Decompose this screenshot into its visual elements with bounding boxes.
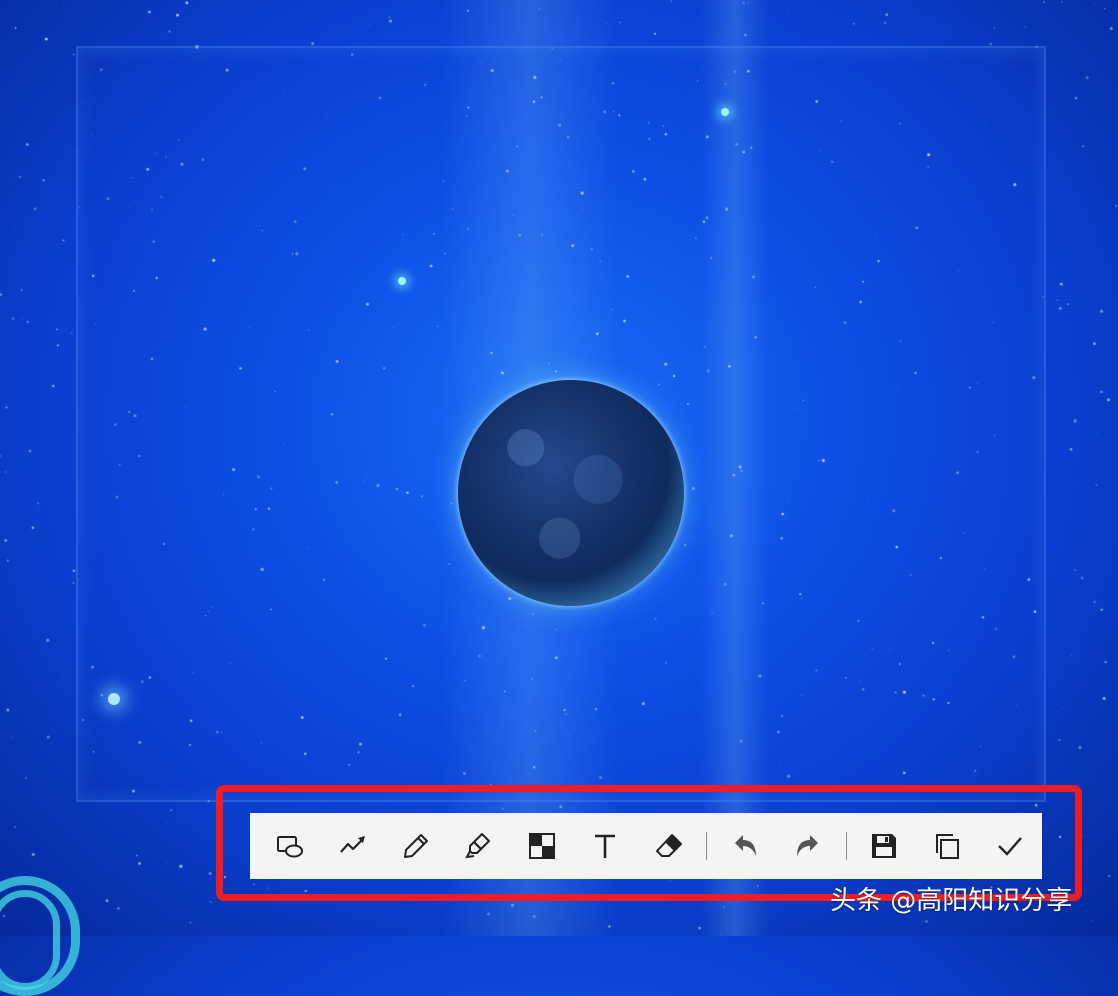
save-button[interactable] <box>853 813 916 879</box>
watermark-text: 头条 @高阳知识分享 <box>830 886 1073 916</box>
confirm-check-icon <box>998 837 1023 856</box>
screenshot-edit-toolbar <box>250 813 1042 879</box>
mosaic-icon <box>529 833 556 859</box>
toolbar-divider <box>845 832 847 860</box>
toolbar-divider <box>706 832 708 860</box>
copy-icon <box>936 834 960 859</box>
eraser-tool-button[interactable] <box>637 813 700 879</box>
undo-icon <box>734 835 756 856</box>
mosaic-tool-button[interactable] <box>511 813 574 879</box>
shape-icon <box>276 836 303 858</box>
eraser-icon <box>655 834 682 857</box>
glow-star <box>108 693 120 705</box>
confirm-button[interactable] <box>979 813 1042 879</box>
text-tool-button[interactable] <box>574 813 637 879</box>
highlighter-icon <box>465 833 491 859</box>
redo-icon <box>796 835 818 856</box>
glow-star <box>721 108 729 116</box>
pencil-icon <box>403 834 428 858</box>
arrow-line-tool-button[interactable] <box>321 813 384 879</box>
copy-button[interactable] <box>916 813 979 879</box>
save-icon <box>872 834 897 858</box>
redo-button[interactable] <box>776 813 839 879</box>
glow-star <box>398 277 406 285</box>
corner-logo-mark <box>0 890 60 990</box>
text-icon <box>595 834 616 858</box>
undo-button[interactable] <box>713 813 776 879</box>
shape-tool-button[interactable] <box>258 813 321 879</box>
planet-image <box>458 380 684 606</box>
pencil-tool-button[interactable] <box>384 813 447 879</box>
arrow-line-icon <box>339 836 365 853</box>
highlighter-tool-button[interactable] <box>448 813 511 879</box>
